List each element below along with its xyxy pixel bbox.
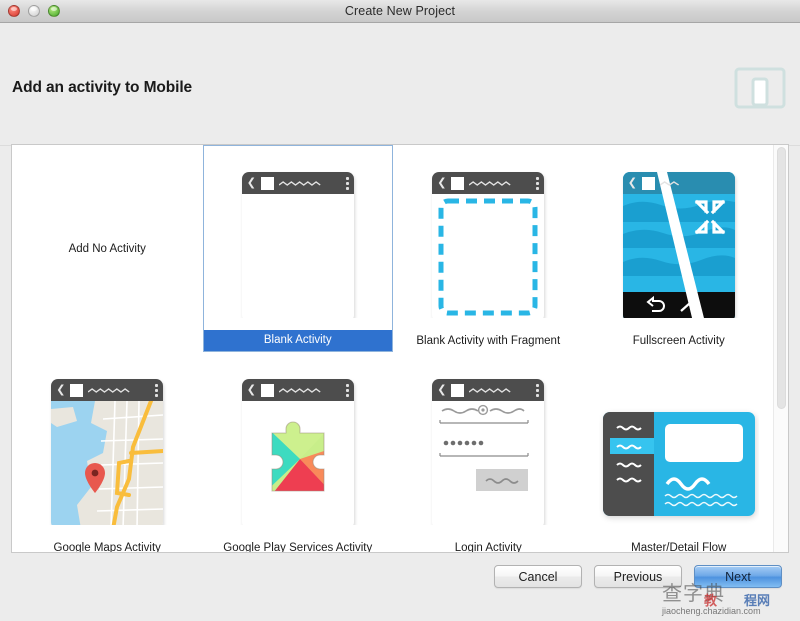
window-titlebar: Create New Project — [0, 0, 800, 23]
activity-cell-blank-activity-with-fragment[interactable]: ❮ Blank Activity with Fragment — [393, 145, 584, 352]
title-squiggle-icon — [278, 387, 321, 393]
wizard-header: Add an activity to Mobile — [0, 23, 800, 146]
app-bar: ❮ — [241, 172, 354, 194]
activity-cell-login-activity[interactable]: ❮ Login Activity — [393, 352, 584, 553]
title-squiggle-icon — [469, 387, 512, 393]
back-chevron-icon: ❮ — [56, 383, 66, 396]
blank-activity-with-fragment-thumbnail: ❮ — [408, 150, 568, 318]
activity-label: Blank Activity with Fragment — [416, 335, 561, 347]
zoom-button[interactable] — [48, 5, 60, 17]
google-maps-activity-thumbnail: ❮ — [27, 357, 187, 525]
page-title: Add an activity to Mobile — [12, 79, 193, 96]
activity-cell-google-maps-activity[interactable]: ❮ Google Maps Activity — [12, 352, 203, 553]
phone-mock: ❮ — [241, 379, 354, 525]
phone-mock: ❮ — [432, 379, 545, 525]
wizard-button-row: Cancel Previous Next — [494, 565, 782, 588]
activity-cell-add-no-activity[interactable]: Add No Activity — [12, 145, 203, 352]
app-bar: ❮ — [51, 379, 164, 401]
overflow-menu-icon — [345, 176, 349, 190]
app-icon-square — [70, 383, 84, 397]
watermark-url: jiaocheng.chazidian.com — [662, 606, 761, 616]
login-activity-thumbnail: ❮ — [408, 357, 568, 525]
window-title: Create New Project — [344, 4, 456, 18]
previous-button[interactable]: Previous — [594, 565, 682, 588]
back-chevron-icon: ❮ — [627, 176, 637, 189]
login-form-graphic — [439, 404, 529, 491]
overflow-menu-icon — [536, 176, 540, 190]
next-button[interactable]: Next — [694, 565, 782, 588]
title-squiggle-icon — [469, 180, 512, 186]
phone-mock: ❮ — [432, 172, 545, 318]
window-controls — [8, 0, 60, 22]
tablet-master-detail-graphic — [602, 412, 755, 516]
activity-grid: Add No Activity ❮ Blank Activity ❮ Blank… — [12, 145, 774, 552]
app-icon-square — [451, 383, 465, 397]
title-squiggle-icon — [659, 180, 680, 186]
app-icon-square — [451, 176, 465, 190]
phone-mock: ❮ — [51, 379, 164, 525]
minimize-button[interactable] — [28, 5, 40, 17]
map-graphic — [51, 401, 164, 525]
master-detail-flow-thumbnail — [599, 357, 759, 525]
app-bar: ❮ — [432, 172, 545, 194]
back-chevron-icon: ❮ — [437, 383, 447, 396]
app-bar: ❮ — [432, 379, 545, 401]
back-chevron-icon: ❮ — [437, 176, 447, 189]
wizard-footer: Cancel Previous Next 查字典 教 程网 jiaocheng.… — [0, 553, 800, 621]
overflow-menu-icon — [345, 383, 349, 397]
back-chevron-icon: ❮ — [246, 383, 256, 396]
device-tablet-phone-icon — [734, 67, 786, 109]
app-bar: ❮ — [241, 379, 354, 401]
activity-label: Master/Detail Flow — [631, 542, 727, 553]
activity-cell-google-play-services-activity[interactable]: ❮ Google Play Services Activity — [203, 352, 394, 553]
app-bar: ❮ — [623, 172, 735, 194]
activity-label: Google Maps Activity — [53, 542, 161, 553]
title-squiggle-icon — [278, 180, 321, 186]
blank-activity-thumbnail: ❮ — [218, 150, 378, 318]
close-button[interactable] — [8, 5, 20, 17]
email-field — [439, 404, 529, 424]
fullscreen-activity-thumbnail: ❮ — [599, 150, 759, 318]
play-services-puzzle-icon — [271, 421, 325, 492]
google-play-services-activity-thumbnail: ❮ — [218, 357, 378, 525]
activity-cell-blank-activity[interactable]: ❮ Blank Activity — [202, 145, 393, 352]
watermark-blue: 程网 — [744, 593, 771, 608]
app-icon-square — [260, 176, 274, 190]
overflow-menu-icon — [155, 383, 159, 397]
activity-label: Login Activity — [454, 542, 522, 553]
activity-template-list[interactable]: Add No Activity ❮ Blank Activity ❮ Blank… — [11, 144, 789, 553]
phone-mock: ❮ — [622, 172, 735, 318]
create-new-project-window: Create New Project Add an activity to Mo… — [0, 0, 800, 621]
back-chevron-icon: ❮ — [246, 176, 256, 189]
app-icon-square — [260, 383, 274, 397]
password-field — [439, 440, 529, 457]
overflow-menu-icon — [536, 383, 540, 397]
sign-in-button — [476, 469, 529, 491]
activity-label: Fullscreen Activity — [632, 335, 725, 347]
title-squiggle-icon — [88, 387, 131, 393]
app-icon-square — [641, 176, 655, 190]
activity-label: Add No Activity — [68, 242, 146, 255]
activity-label: Blank Activity — [203, 330, 392, 351]
activity-label: Google Play Services Activity — [223, 542, 373, 553]
fragment-dashed-region-icon — [438, 198, 538, 316]
phone-mock: ❮ — [241, 172, 354, 318]
vertical-scrollbar[interactable] — [773, 145, 788, 552]
scrollbar-thumb[interactable] — [777, 147, 786, 409]
activity-cell-fullscreen-activity[interactable]: ❮ Fullscreen Activity — [584, 145, 775, 352]
watermark-red: 教 — [704, 593, 718, 608]
activity-cell-master-detail-flow[interactable]: Master/Detail Flow — [584, 352, 775, 553]
cancel-button[interactable]: Cancel — [494, 565, 582, 588]
